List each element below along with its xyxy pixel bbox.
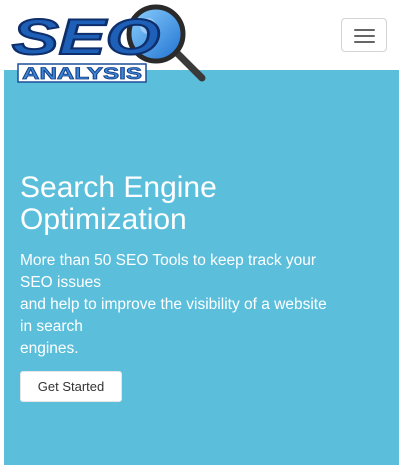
hamburger-menu-button[interactable] [341,18,387,52]
hero-section: Search Engine Optimization More than 50 … [4,70,399,465]
hero-description-line: SEO issues [20,274,101,291]
hero-description-line: in search [20,318,83,335]
hero-description: More than 50 SEO Tools to keep track you… [20,250,392,360]
hero-title: Search Engine Optimization [20,172,380,236]
hero-title-line: Optimization [20,203,187,236]
hero-description-line: engines. [20,340,79,357]
get-started-button[interactable]: Get Started [20,371,122,402]
page: SEO ANALYSIS Search Engine Optimization … [0,0,399,465]
magnifier-handle [174,50,206,82]
hamburger-menu-icon [354,29,375,31]
hero-description-line: and help to improve the visibility of a … [20,296,327,313]
hero-description-line: More than 50 SEO Tools to keep track you… [20,252,317,269]
hamburger-menu-icon-bar [354,35,375,37]
brand-logo[interactable]: SEO ANALYSIS [8,2,208,86]
logo-main-text: SEO [12,9,160,65]
logo-sub-text: ANALYSIS [22,64,142,83]
hero-title-line: Search Engine [20,171,217,204]
hamburger-menu-icon-bar [354,41,375,43]
